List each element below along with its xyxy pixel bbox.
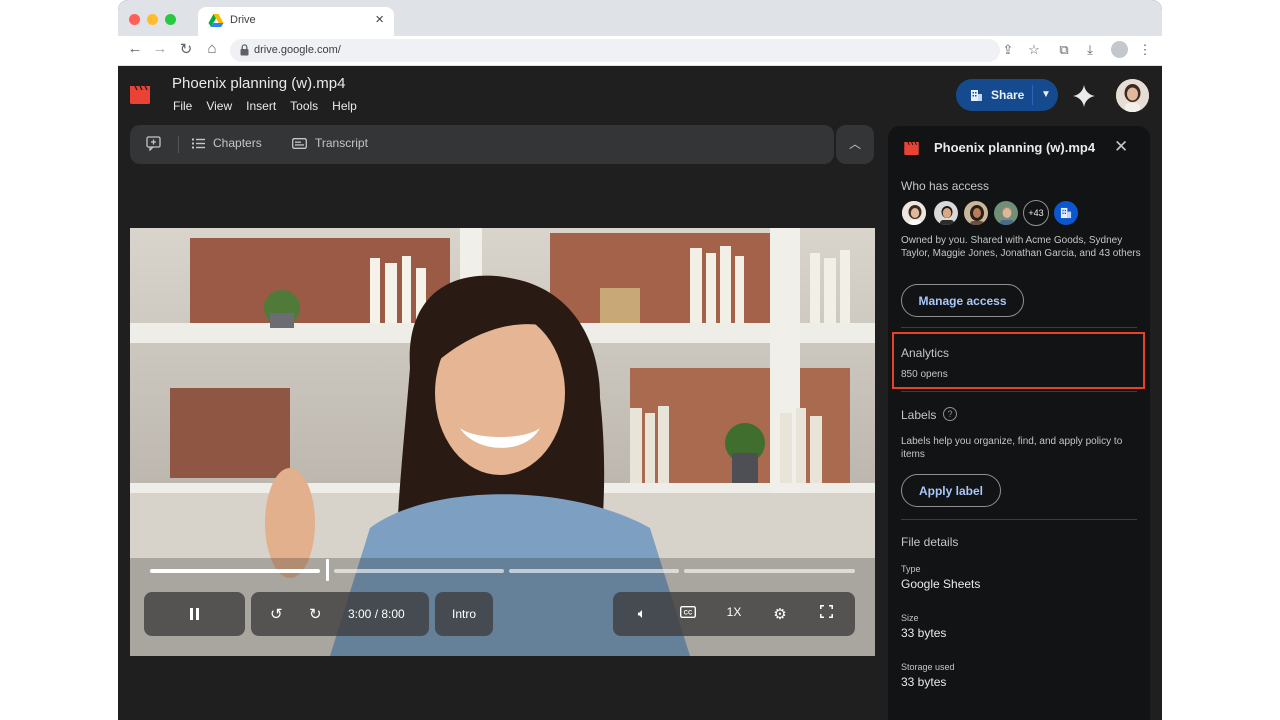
gemini-sparkle-icon[interactable]	[1073, 85, 1095, 107]
svg-text:CC: CC	[684, 611, 693, 617]
divider	[901, 519, 1137, 520]
menu-file[interactable]: File	[173, 99, 192, 113]
more-people-count[interactable]: +43	[1023, 200, 1049, 226]
type-value: Google Sheets	[901, 577, 981, 591]
extensions-icon[interactable]: ⧉	[1056, 42, 1072, 58]
captions-icon[interactable]: CC	[678, 605, 698, 621]
building-icon	[971, 89, 982, 101]
manage-access-button[interactable]: Manage access	[901, 284, 1024, 317]
settings-gear-icon[interactable]: ⚙	[770, 605, 790, 623]
forward-icon[interactable]: →	[151, 40, 169, 57]
time-display: 3:00 / 8:00	[348, 607, 405, 621]
menu-insert[interactable]: Insert	[246, 99, 276, 113]
storage-label: Storage used	[901, 662, 955, 672]
lock-icon	[240, 44, 249, 56]
collapse-toolbar-icon[interactable]: ︿	[836, 125, 874, 164]
video-toolbar: Chapters Transcript	[130, 125, 834, 164]
apply-label-button[interactable]: Apply label	[901, 474, 1001, 507]
add-comment-icon[interactable]	[146, 136, 161, 151]
size-value: 33 bytes	[901, 626, 947, 640]
video-player[interactable]: ↺ ↻ 3:00 / 8:00 Intro 🔈︎ CC 1X ⚙	[130, 228, 875, 656]
panel-title: Phoenix planning (w).mp4	[934, 140, 1096, 155]
menu-bar: File View Insert Tools Help	[173, 99, 357, 113]
scrub-handle[interactable]	[326, 559, 329, 581]
app-header: Phoenix planning (w).mp4 File View Inser…	[118, 66, 1162, 124]
divider	[901, 391, 1137, 392]
progress-played[interactable]	[150, 569, 320, 573]
fullscreen-icon[interactable]	[816, 605, 836, 621]
chapters-label: Chapters	[213, 136, 262, 150]
rewind-10-icon[interactable]: ↺	[270, 605, 283, 623]
bookmark-star-icon[interactable]: ☆	[1026, 42, 1042, 58]
transcript-label: Transcript	[315, 136, 368, 150]
url-text: drive.google.com/	[254, 44, 341, 56]
address-bar: ← → ↻ ⌂ drive.google.com/ ⇪ ☆ ⧉ ⤓ ⋮	[118, 36, 1162, 66]
time-controls: ↺ ↻ 3:00 / 8:00	[251, 592, 429, 636]
chapter-label: Intro	[451, 607, 476, 621]
back-icon[interactable]: ←	[126, 40, 144, 57]
avatar[interactable]	[993, 200, 1019, 226]
toolbar-divider	[178, 136, 179, 153]
avatar[interactable]	[901, 200, 927, 226]
share-button[interactable]: Share	[956, 79, 1032, 111]
pause-icon	[190, 608, 199, 620]
share-page-icon[interactable]: ⇪	[1000, 42, 1016, 58]
tab-title: Drive	[230, 14, 256, 26]
menu-help[interactable]: Help	[332, 99, 357, 113]
avatar[interactable]	[933, 200, 959, 226]
document-title[interactable]: Phoenix planning (w).mp4	[172, 75, 345, 92]
browser-menu-icon[interactable]: ⋮	[1137, 42, 1153, 58]
menu-tools[interactable]: Tools	[290, 99, 318, 113]
labels-heading: Labels	[901, 408, 937, 422]
volume-icon[interactable]: 🔈︎	[632, 605, 652, 622]
chapter-button[interactable]: Intro	[435, 592, 493, 636]
analytics-highlight-box	[892, 332, 1145, 389]
type-label: Type	[901, 564, 921, 574]
storage-value: 33 bytes	[901, 675, 947, 689]
progress-segment-2[interactable]	[334, 569, 504, 573]
organization-icon[interactable]	[1053, 200, 1079, 226]
home-icon[interactable]: ⌂	[203, 40, 221, 57]
share-label: Share	[991, 88, 1025, 102]
video-file-icon	[130, 86, 150, 104]
share-dropdown-icon[interactable]: ▼	[1034, 79, 1058, 111]
omnibox[interactable]: drive.google.com/	[230, 39, 1000, 62]
labels-description: Labels help you organize, find, and appl…	[901, 436, 1123, 460]
reload-icon[interactable]: ↻	[177, 40, 195, 58]
access-description: Owned by you. Shared with Acme Goods, Sy…	[901, 235, 1141, 259]
file-details-heading: File details	[901, 535, 959, 549]
drive-icon	[208, 14, 224, 27]
transcript-icon	[292, 137, 307, 149]
forward-10-icon[interactable]: ↻	[309, 605, 322, 623]
details-panel: Phoenix planning (w).mp4 ✕ Who has acces…	[888, 126, 1150, 720]
download-icon[interactable]: ⤓	[1082, 42, 1098, 58]
browser-tab[interactable]: Drive ×	[198, 7, 394, 36]
tab-strip: Drive ×	[118, 0, 1162, 36]
help-icon[interactable]: ?	[943, 407, 957, 421]
list-icon	[192, 138, 205, 148]
chapters-button[interactable]: Chapters	[192, 136, 262, 150]
video-file-icon	[904, 142, 919, 155]
progress-segment-4[interactable]	[684, 569, 855, 573]
menu-view[interactable]: View	[206, 99, 232, 113]
close-tab-icon[interactable]: ×	[375, 11, 384, 28]
minimize-window-button[interactable]	[147, 14, 158, 25]
share-divider	[1032, 85, 1033, 105]
progress-segment-3[interactable]	[509, 569, 679, 573]
who-has-access-heading: Who has access	[901, 179, 990, 193]
close-window-button[interactable]	[129, 14, 140, 25]
size-label: Size	[901, 613, 919, 623]
share-button-group: Share ▼	[956, 79, 1058, 111]
browser-profile-avatar[interactable]	[1111, 41, 1128, 58]
avatar[interactable]	[963, 200, 989, 226]
close-panel-icon[interactable]: ✕	[1114, 137, 1128, 157]
maximize-window-button[interactable]	[165, 14, 176, 25]
playback-speed-button[interactable]: 1X	[724, 605, 744, 619]
transcript-button[interactable]: Transcript	[292, 136, 368, 150]
pause-button[interactable]	[144, 592, 245, 636]
user-avatar[interactable]	[1116, 79, 1149, 112]
divider	[901, 327, 1137, 328]
